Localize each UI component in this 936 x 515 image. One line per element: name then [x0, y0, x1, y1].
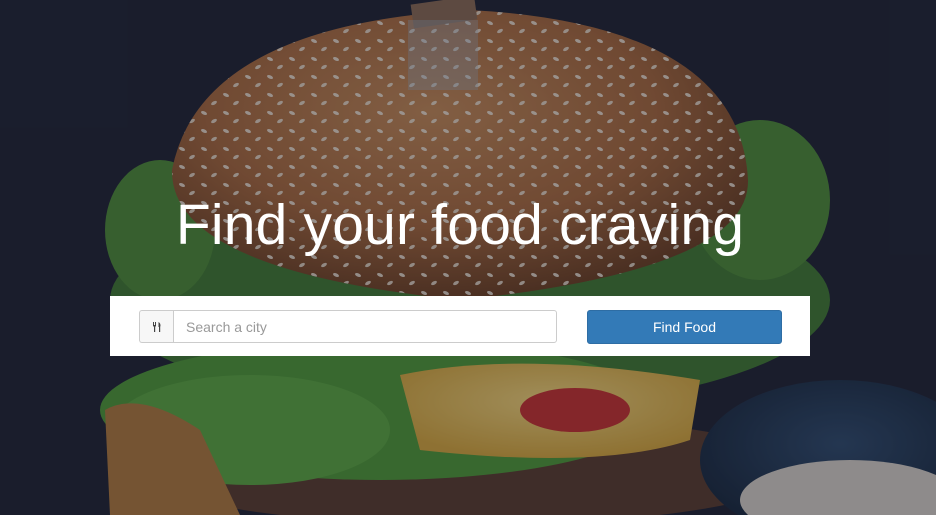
search-panel: Find Food: [110, 296, 810, 356]
find-food-button[interactable]: Find Food: [587, 310, 782, 344]
hero-headline: Find your food craving: [175, 193, 745, 257]
city-search-input[interactable]: [173, 310, 557, 343]
city-search-group: [139, 310, 557, 343]
cutlery-icon: [139, 310, 173, 343]
